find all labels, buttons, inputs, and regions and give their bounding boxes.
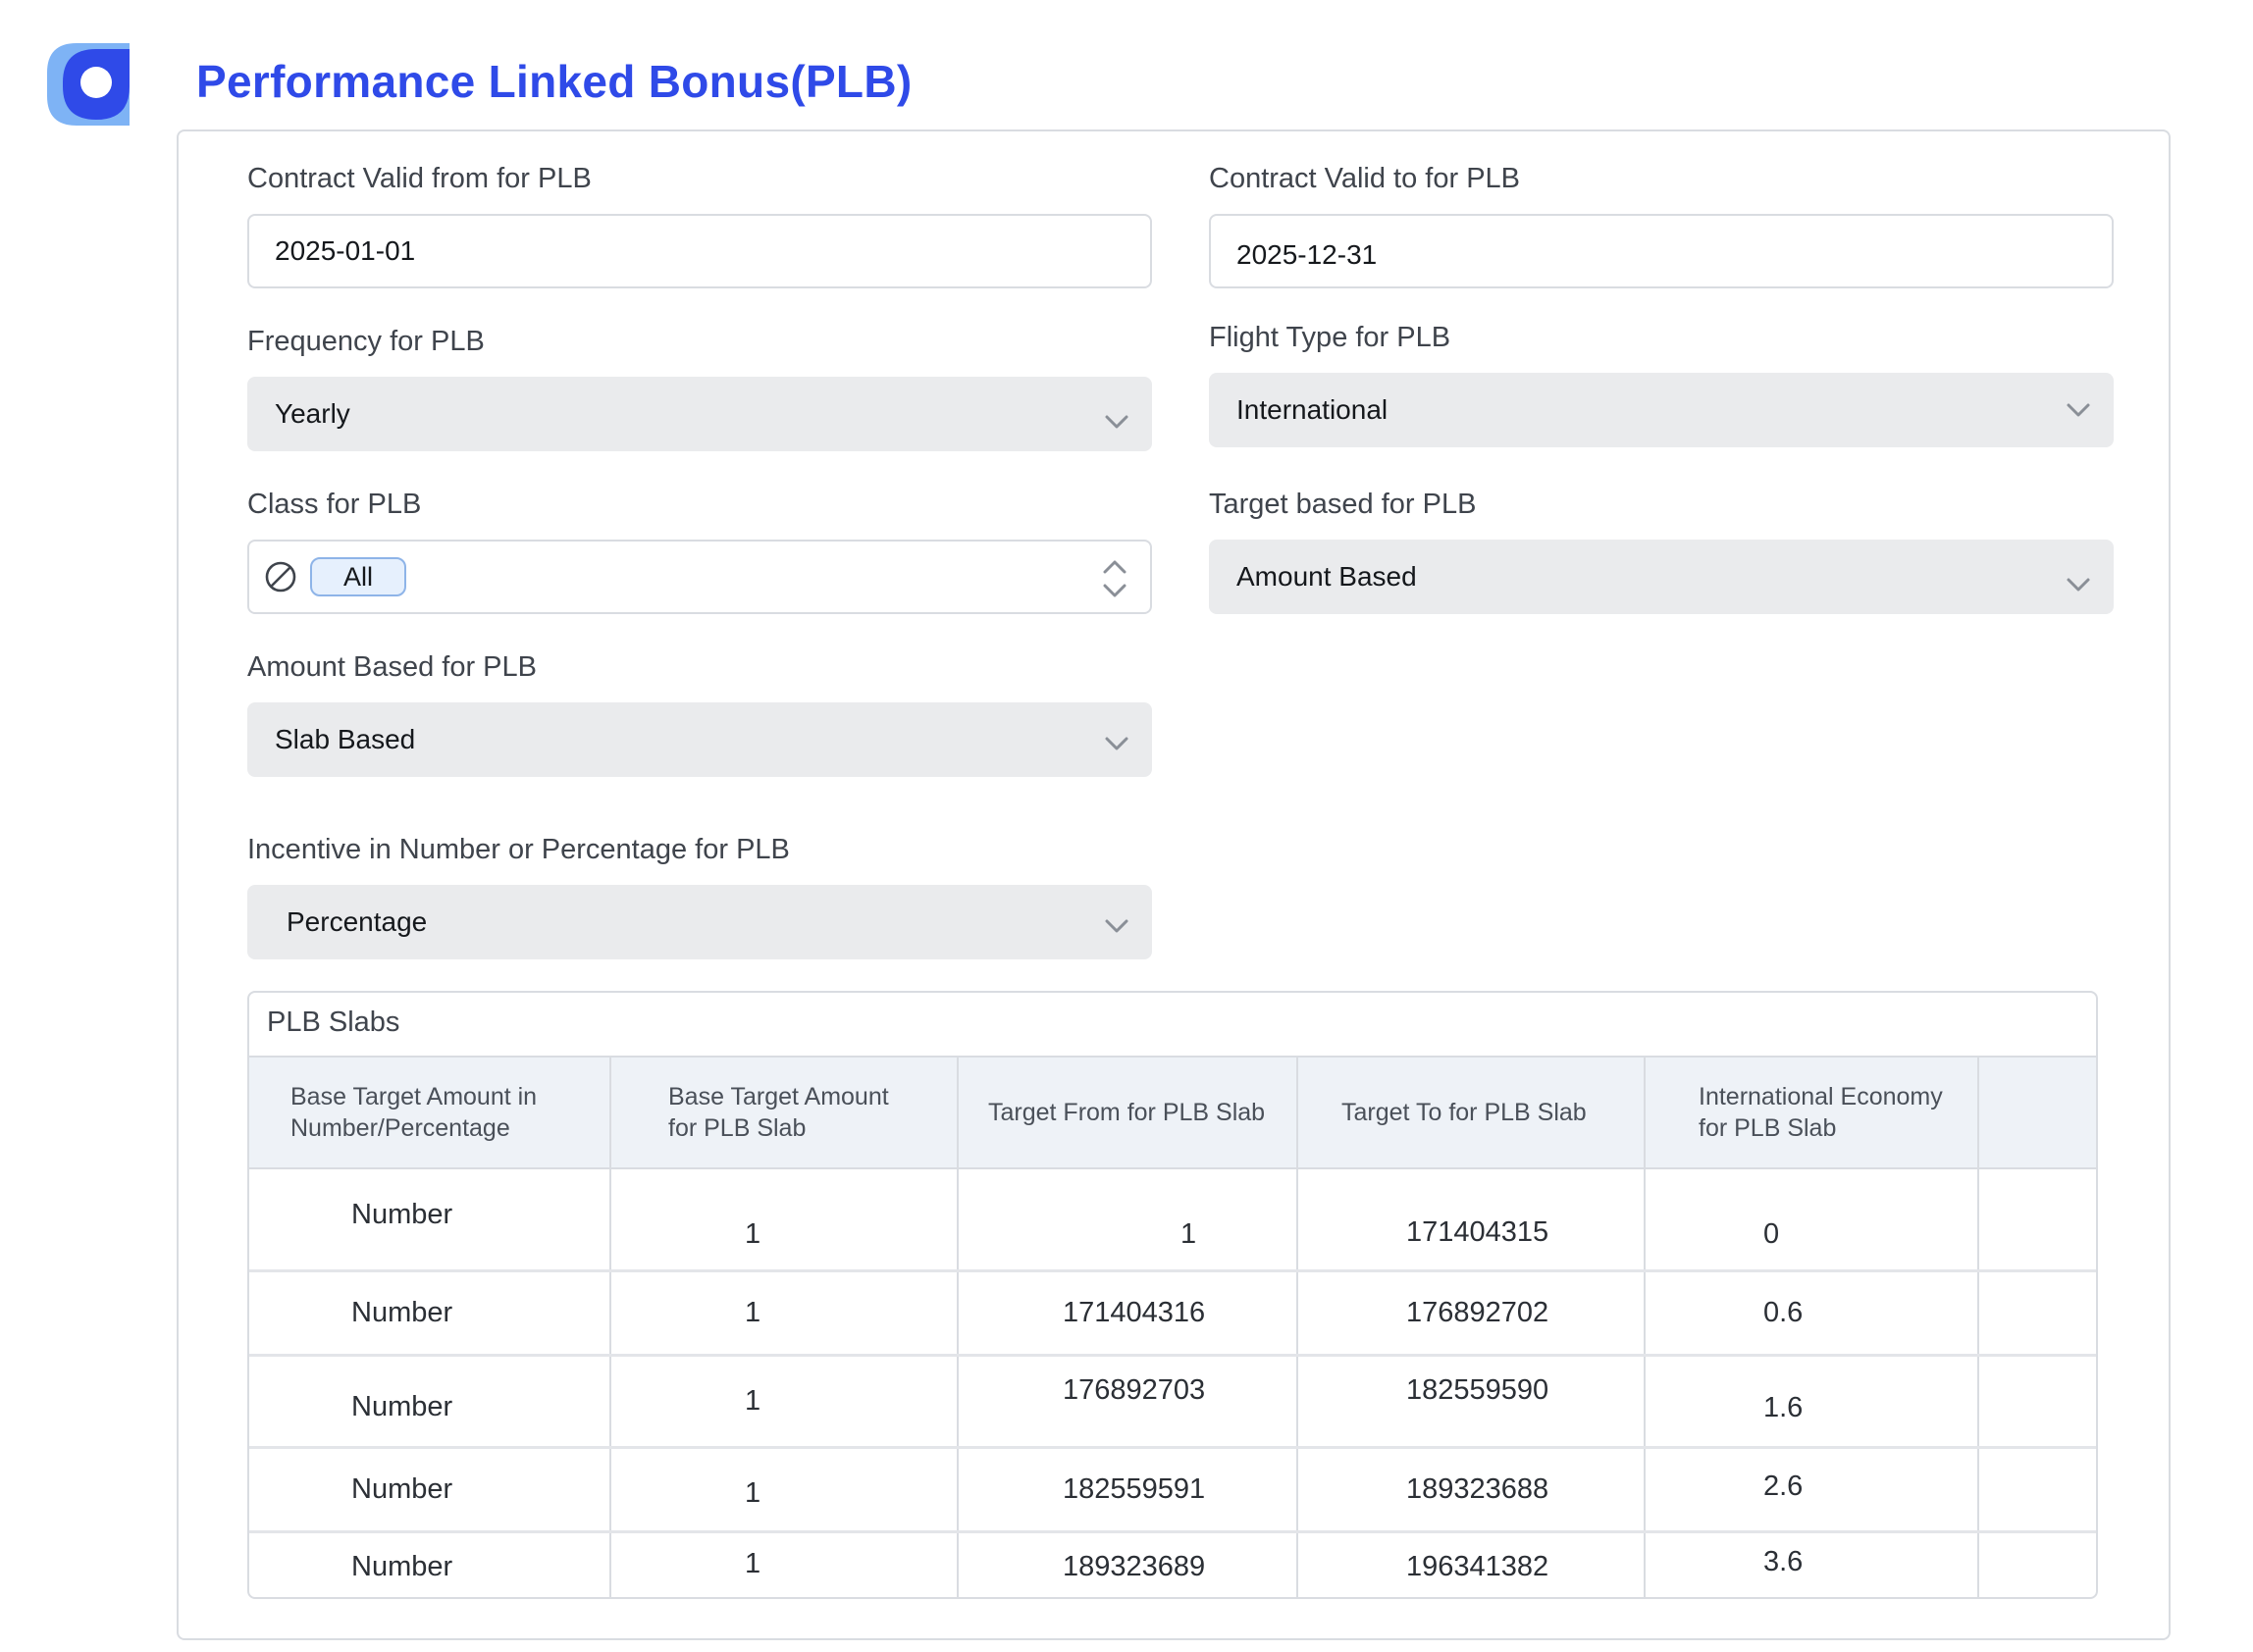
flight-type-select[interactable]: International [1209, 373, 2114, 447]
chevron-down-icon [1105, 737, 1128, 750]
plb-slabs-title: PLB Slabs [267, 1007, 400, 1038]
cell-intl-economy: 2.6 [1645, 1447, 1979, 1533]
table-row: Number 1 1 171404315 0 [249, 1168, 2096, 1272]
column-header: International Economy for PLB Slab [1645, 1056, 1979, 1169]
app-logo-icon [47, 43, 130, 126]
cell-base-amount: 1 [610, 1270, 959, 1357]
frequency-select[interactable]: Yearly [247, 377, 1152, 451]
target-based-value: Amount Based [1236, 561, 1417, 592]
class-multiselect[interactable]: All [247, 540, 1152, 614]
valid-to-value: 2025-12-31 [1236, 239, 1378, 270]
valid-from-value: 2025-01-01 [275, 235, 416, 266]
flight-type-value: International [1236, 394, 1388, 425]
chevron-down-icon [1105, 415, 1128, 429]
table-row: Number 1 171404316 176892702 0.6 [249, 1270, 2096, 1357]
incentive-label: Incentive in Number or Percentage for PL… [247, 834, 790, 865]
column-header [1978, 1056, 2096, 1169]
valid-from-input[interactable]: 2025-01-01 [247, 214, 1152, 288]
cell-empty [1978, 1531, 2096, 1597]
amount-based-label: Amount Based for PLB [247, 651, 537, 683]
cell-target-to: 171404315 [1297, 1168, 1646, 1272]
cell-target-from: 182559591 [958, 1447, 1298, 1533]
cell-target-to: 189323688 [1297, 1447, 1646, 1533]
table-row: Number 1 182559591 189323688 2.6 [249, 1447, 2096, 1533]
page-title: Performance Linked Bonus(PLB) [196, 56, 913, 107]
plb-slabs-table: Base Target Amount in Number/Percentage … [249, 1056, 2096, 1597]
table-row: Number 1 176892703 182559590 1.6 [249, 1355, 2096, 1449]
cell-target-from: 189323689 [958, 1531, 1298, 1597]
cell-target-to: 196341382 [1297, 1531, 1646, 1597]
cell-base-amount: 1 [610, 1447, 959, 1533]
column-header: Target To for PLB Slab [1297, 1056, 1646, 1169]
valid-to-input[interactable]: 2025-12-31 [1209, 214, 2114, 288]
table-row: Number 1 189323689 196341382 3.6 [249, 1531, 2096, 1597]
target-based-select[interactable]: Amount Based [1209, 540, 2114, 614]
cell-base-type: Number [249, 1531, 611, 1597]
chevron-down-icon [1105, 919, 1128, 933]
cell-target-to: 176892702 [1297, 1270, 1646, 1357]
column-header: Target From for PLB Slab [958, 1056, 1298, 1169]
cell-intl-economy: 1.6 [1645, 1355, 1979, 1449]
cell-base-type: Number [249, 1355, 611, 1449]
plb-slabs-section: PLB Slabs Base Target Amount in Number/P… [247, 991, 2098, 1599]
valid-from-label: Contract Valid from for PLB [247, 163, 592, 194]
flight-type-label: Flight Type for PLB [1209, 322, 1451, 353]
column-header: Base Target Amount in Number/Percentage [249, 1056, 611, 1169]
cell-intl-economy: 0 [1645, 1168, 1979, 1272]
plb-form-card: Contract Valid from for PLB 2025-01-01 C… [177, 129, 2171, 1640]
cell-base-type: Number [249, 1270, 611, 1357]
cell-empty [1978, 1168, 2096, 1272]
class-label: Class for PLB [247, 489, 422, 520]
cell-base-amount: 1 [610, 1168, 959, 1272]
cell-target-from: 1 [958, 1168, 1298, 1272]
amount-based-select[interactable]: Slab Based [247, 702, 1152, 777]
valid-to-label: Contract Valid to for PLB [1209, 163, 1521, 194]
cell-empty [1978, 1270, 2096, 1357]
cell-target-from: 171404316 [958, 1270, 1298, 1357]
incentive-value: Percentage [287, 906, 428, 937]
amount-based-value: Slab Based [275, 724, 416, 754]
cell-base-amount: 1 [610, 1355, 959, 1449]
cell-target-to: 182559590 [1297, 1355, 1646, 1449]
class-chip-all[interactable]: All [310, 557, 407, 596]
target-based-label: Target based for PLB [1209, 489, 1477, 520]
chevron-up-down-icon [1103, 560, 1126, 597]
chevron-down-icon [2067, 578, 2090, 592]
cell-intl-economy: 0.6 [1645, 1270, 1979, 1357]
frequency-value: Yearly [275, 398, 350, 429]
cell-base-type: Number [249, 1168, 611, 1272]
clear-all-icon[interactable] [263, 559, 298, 594]
cell-intl-economy: 3.6 [1645, 1531, 1979, 1597]
cell-empty [1978, 1355, 2096, 1449]
column-header: Base Target Amount for PLB Slab [610, 1056, 959, 1169]
chevron-down-icon [2067, 403, 2090, 417]
cell-target-from: 176892703 [958, 1355, 1298, 1449]
cell-base-type: Number [249, 1447, 611, 1533]
incentive-select[interactable]: Percentage [247, 885, 1152, 959]
table-header-row: Base Target Amount in Number/Percentage … [249, 1056, 2096, 1169]
frequency-label: Frequency for PLB [247, 326, 485, 357]
cell-base-amount: 1 [610, 1531, 959, 1597]
cell-empty [1978, 1447, 2096, 1533]
